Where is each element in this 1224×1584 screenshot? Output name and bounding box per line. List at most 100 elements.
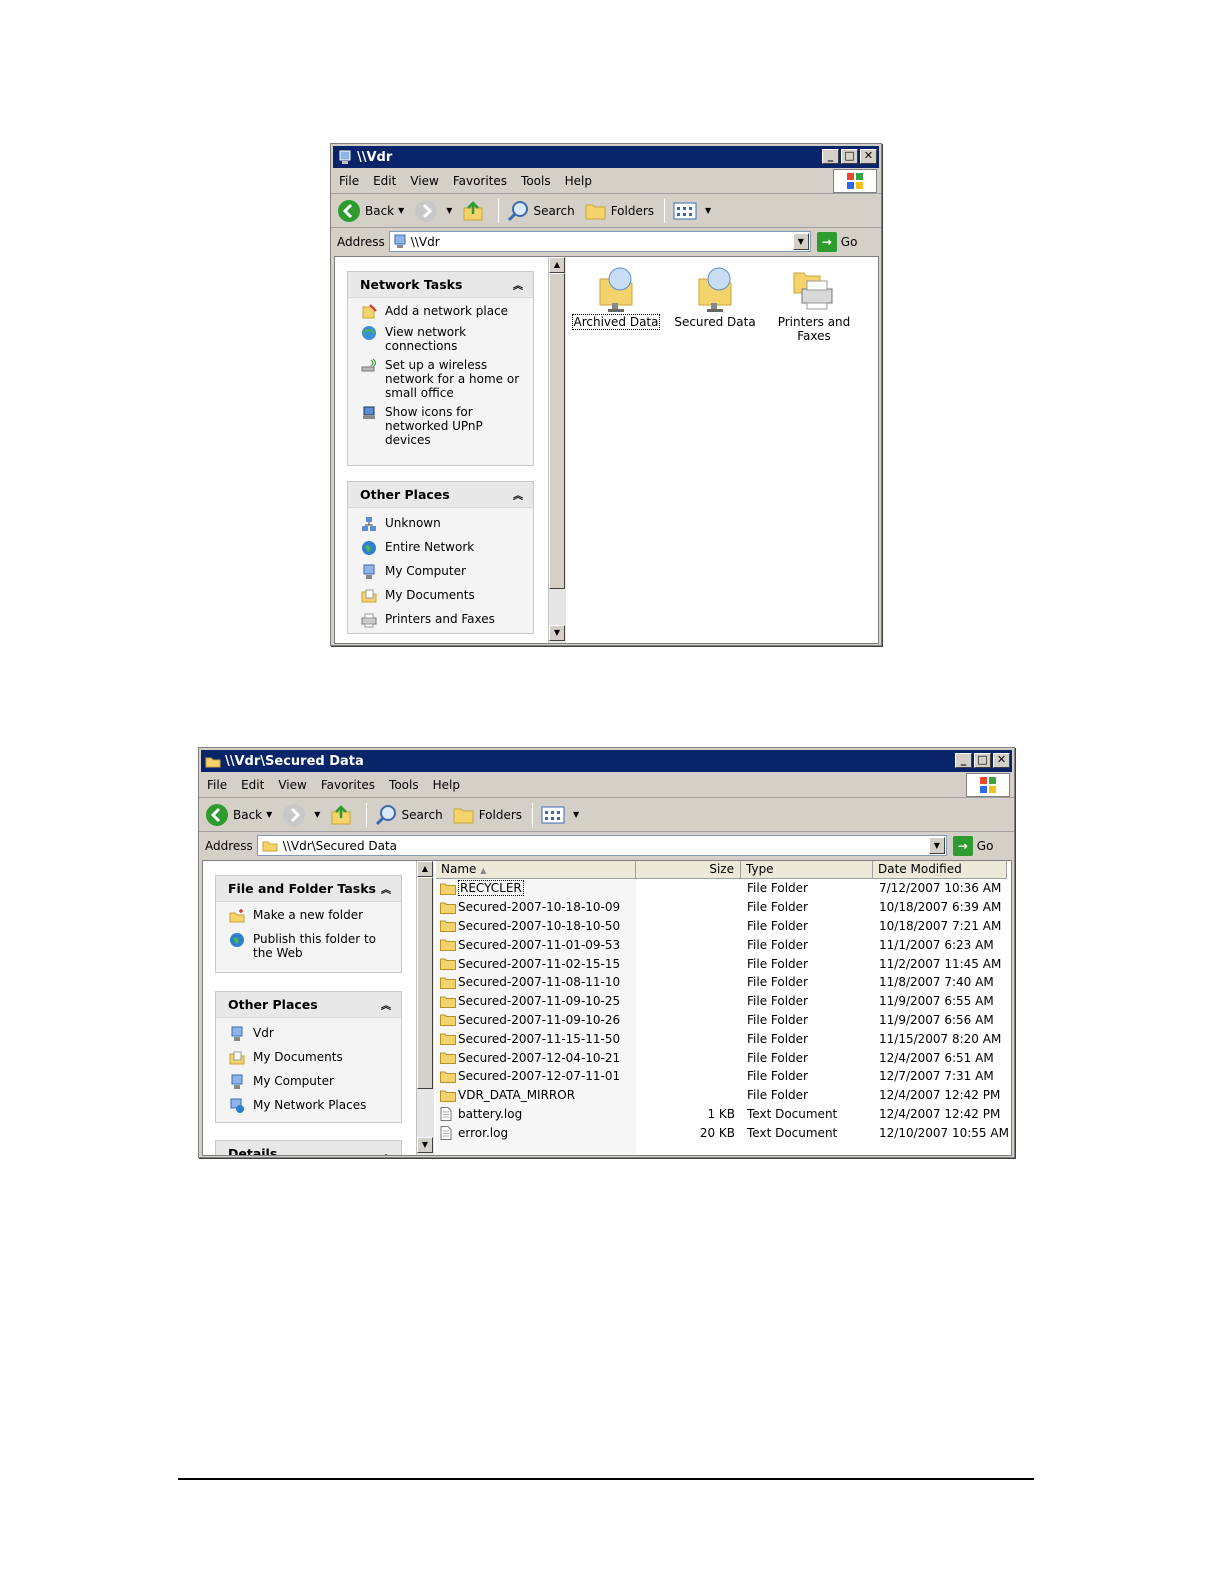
title-bar[interactable]: \\Vdr _ □ ✕ [333,146,879,168]
scroll-up-button[interactable]: ▲ [549,257,565,273]
menu-edit[interactable]: Edit [241,778,264,792]
table-row[interactable]: Secured-2007-12-04-10-21 File Folder 12/4/… [436,1048,1011,1067]
views-button[interactable]: ▼ [541,805,579,825]
file-name: battery.log [458,1106,523,1121]
up-folder-button[interactable] [330,804,356,826]
scroll-up-button[interactable]: ▲ [417,861,433,877]
table-row[interactable]: VDR_DATA_MIRROR File Folder 12/4/2007 12:4… [436,1086,1011,1105]
panel-header[interactable]: Details ︽ [216,1141,401,1155]
close-button[interactable]: ✕ [993,753,1010,768]
share-archived-data[interactable]: Archived Data [571,263,661,330]
place-my-computer[interactable]: My Computer [360,564,525,580]
chevron-down-icon[interactable]: ▼ [266,810,272,819]
cell-name: Secured-2007-11-15-11-50 [436,1032,636,1046]
menu-view[interactable]: View [410,174,438,188]
minimize-button[interactable]: _ [822,149,839,164]
table-row[interactable]: Secured-2007-11-02-15-15 File Folder 11/2/… [436,954,1011,973]
panel-header[interactable]: Other Places ︽ [216,992,401,1018]
address-input[interactable]: \\Vdr ▼ [388,231,811,252]
chevron-down-icon[interactable]: ▼ [398,206,404,215]
back-button[interactable]: Back ▼ [205,803,272,827]
task-add-network-place[interactable]: Add a network place [360,304,525,320]
minimize-button[interactable]: _ [955,753,972,768]
table-row[interactable]: Secured-2007-11-09-10-25 File Folder 11/9/… [436,992,1011,1011]
collapse-chevron-icon[interactable]: ︽ [513,277,523,292]
menu-tools[interactable]: Tools [521,174,551,188]
collapse-chevron-icon[interactable]: ︽ [513,487,523,502]
go-button[interactable]: → Go [816,231,857,252]
column-header-size[interactable]: Size [636,861,741,879]
table-row[interactable]: battery.log 1 KB Text Document 12/4/2007 12… [436,1105,1011,1124]
panel-header[interactable]: Other Places ︽ [348,482,533,508]
column-header-type[interactable]: Type [741,861,873,879]
column-header-name[interactable]: Name ▲ [436,861,636,879]
share-printers-faxes[interactable]: Printers and Faxes [769,263,859,343]
maximize-button[interactable]: □ [841,149,858,164]
task-pane-scrollbar[interactable]: ▲ ▼ [416,861,434,1155]
task-make-new-folder[interactable]: Make a new folder [228,908,393,924]
address-dropdown-button[interactable]: ▼ [928,837,945,854]
table-row[interactable]: Secured-2007-11-09-10-26 File Folder 11/9/… [436,1011,1011,1030]
share-secured-data[interactable]: Secured Data [670,263,760,329]
table-row[interactable]: Secured-2007-10-18-10-09 File Folder 10/18… [436,898,1011,917]
task-pane-scrollbar[interactable]: ▲ ▼ [548,257,566,643]
place-printers-faxes[interactable]: Printers and Faxes [360,612,525,628]
title-bar[interactable]: \\Vdr\Secured Data _ □ ✕ [201,750,1012,772]
views-button[interactable]: ▼ [673,201,711,221]
forward-button[interactable]: ▼ [282,803,320,827]
table-row[interactable]: Secured-2007-11-15-11-50 File Folder 11/15… [436,1029,1011,1048]
table-row[interactable]: RECYCLER File Folder 7/12/2007 10:36 AM [436,879,1011,898]
forward-button[interactable]: ▼ [414,199,452,223]
place-my-documents[interactable]: My Documents [360,588,525,604]
menu-favorites[interactable]: Favorites [321,778,375,792]
table-row[interactable]: Secured-2007-10-18-10-50 File Folder 10/18… [436,917,1011,936]
chevron-down-icon[interactable]: ▼ [573,810,579,819]
maximize-button[interactable]: □ [974,753,991,768]
chevron-down-icon[interactable]: ▼ [705,206,711,215]
place-entire-network[interactable]: Entire Network [360,540,525,556]
scroll-down-button[interactable]: ▼ [417,1137,433,1153]
address-dropdown-button[interactable]: ▼ [792,233,809,250]
table-row[interactable]: Secured-2007-11-08-11-10 File Folder 11/8/… [436,973,1011,992]
menu-edit[interactable]: Edit [373,174,396,188]
back-button[interactable]: Back ▼ [337,199,404,223]
table-row[interactable]: Secured-2007-11-01-09-53 File Folder 11/1/… [436,935,1011,954]
go-button[interactable]: → Go [952,835,993,856]
folders-button[interactable]: Folders [585,201,654,221]
table-row[interactable]: error.log 20 KB Text Document 12/10/2007 10… [436,1123,1011,1142]
chevron-down-icon[interactable]: ▼ [314,810,320,819]
place-my-documents[interactable]: My Documents [228,1050,393,1066]
task-publish-to-web[interactable]: Publish this folder to the Web [228,932,393,960]
menu-tools[interactable]: Tools [389,778,419,792]
place-vdr[interactable]: Vdr [228,1026,393,1042]
close-button[interactable]: ✕ [860,149,877,164]
folders-button[interactable]: Folders [453,805,522,825]
task-view-network-connections[interactable]: View network connections [360,325,525,353]
collapse-chevron-icon[interactable]: ︽ [381,881,391,896]
scroll-thumb[interactable] [549,273,565,589]
scroll-thumb[interactable] [417,877,433,1089]
menu-help[interactable]: Help [565,174,592,188]
panel-header[interactable]: File and Folder Tasks ︽ [216,876,401,902]
chevron-down-icon[interactable]: ▼ [446,206,452,215]
search-button[interactable]: Search [507,200,575,222]
table-row[interactable]: Secured-2007-12-07-11-01 File Folder 12/7/… [436,1067,1011,1086]
place-unknown[interactable]: Unknown [360,516,525,532]
menu-favorites[interactable]: Favorites [453,174,507,188]
collapse-chevron-icon[interactable]: ︽ [381,997,391,1012]
place-my-computer[interactable]: My Computer [228,1074,393,1090]
menu-file[interactable]: File [207,778,227,792]
task-show-upnp-icons[interactable]: Show icons for networked UPnP devices [360,405,525,447]
address-input[interactable]: \\Vdr\Secured Data ▼ [256,835,947,856]
menu-help[interactable]: Help [433,778,460,792]
task-wireless-setup[interactable]: Set up a wireless network for a home or … [360,358,525,400]
menu-file[interactable]: File [339,174,359,188]
collapse-chevron-icon[interactable]: ︽ [381,1146,391,1155]
place-my-network-places[interactable]: My Network Places [228,1098,393,1114]
panel-header[interactable]: Network Tasks ︽ [348,272,533,298]
search-button[interactable]: Search [375,804,443,826]
scroll-down-button[interactable]: ▼ [549,625,565,641]
menu-view[interactable]: View [278,778,306,792]
column-header-date-modified[interactable]: Date Modified [873,861,1007,879]
up-folder-button[interactable] [462,200,488,222]
